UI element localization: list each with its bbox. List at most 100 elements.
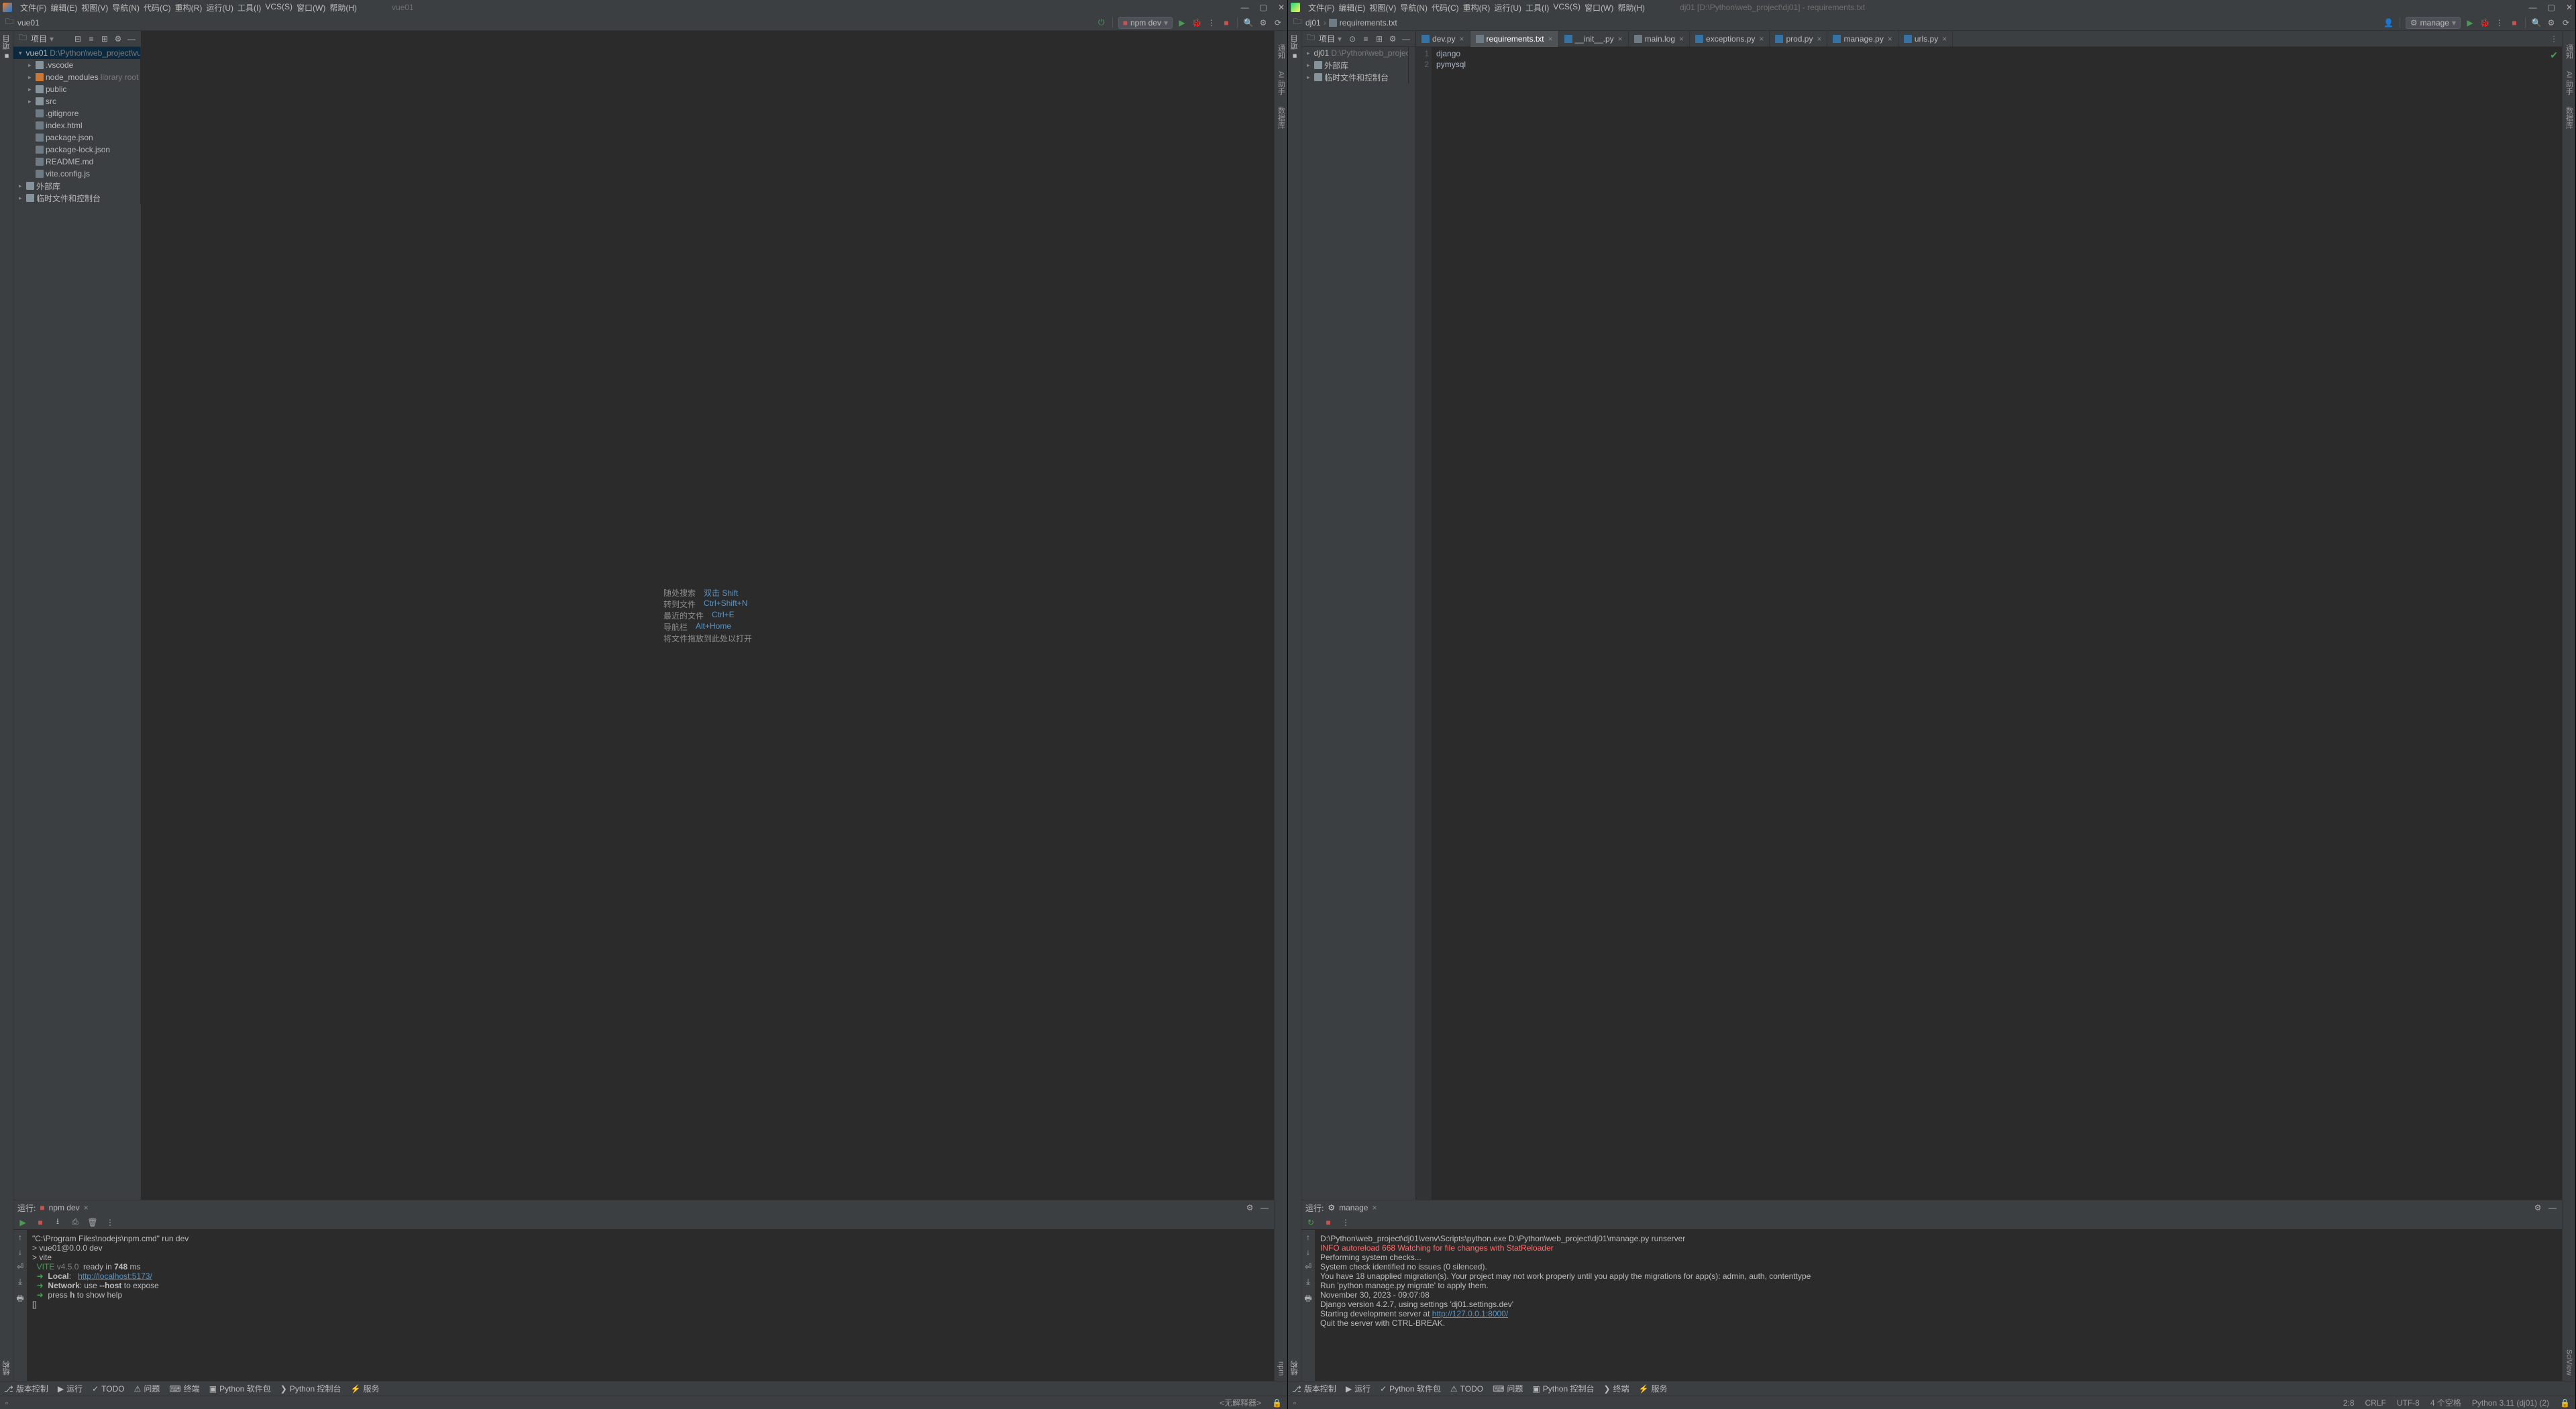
menu-item[interactable]: 编辑(E) (50, 2, 77, 13)
tree-node[interactable]: ▸外部库 (1301, 59, 1408, 71)
updates-icon[interactable]: ⟳ (1273, 17, 1283, 28)
expand-all-icon[interactable]: ≡ (1360, 34, 1371, 44)
user-icon[interactable]: 👤 (2383, 17, 2394, 28)
left-toolwindow-bar[interactable]: ■ 项目 结构 (0, 31, 13, 1381)
menu-item[interactable]: 视图(V) (81, 2, 108, 13)
tree-node[interactable]: package.json (13, 132, 140, 144)
bottom-tool-item[interactable]: ✓ Python 软件包 (1380, 1383, 1441, 1394)
bottom-toolbar[interactable]: ⎇ 版本控制▶ 运行✓ Python 软件包⚠ TODO⌨ 问题▣ Python… (1288, 1381, 2575, 1396)
hide-icon[interactable]: — (1259, 1202, 1270, 1213)
inspection-ok-icon[interactable]: ✔ (2550, 50, 2558, 60)
tree-node[interactable]: ▾vue01 D:\Python\web_project\vue01 (13, 47, 140, 59)
menu-item[interactable]: 帮助(H) (329, 2, 357, 13)
run-output[interactable]: "C:\Program Files\nodejs\npm.cmd" run de… (27, 1230, 1274, 1381)
print-icon[interactable]: 🖶 (16, 1292, 23, 1306)
run-button[interactable]: ▶ (1177, 17, 1187, 28)
settings-icon[interactable]: ⚙ (113, 34, 123, 44)
filter-icon[interactable]: ⎙ (70, 1217, 80, 1228)
search-icon[interactable]: 🔍 (1243, 17, 1254, 28)
more-run-icon[interactable]: ⋮ (2494, 17, 2505, 28)
right-toolwindow-bar[interactable]: 通知 AI 助手 数据库 npm (1274, 31, 1287, 1381)
more-run-icon[interactable]: ⋮ (1206, 17, 1217, 28)
debug-button[interactable]: 🐞 (2479, 17, 2490, 28)
run-button[interactable]: ▶ (2465, 17, 2475, 28)
bottom-tool-item[interactable]: ⚠ 问题 (134, 1383, 160, 1394)
updates-icon[interactable]: ⟳ (2561, 17, 2571, 28)
code-area[interactable]: ✔ djangopymysql (1432, 47, 2562, 1200)
editor-tab[interactable]: __init__.py× (1559, 31, 1629, 47)
scroll-icon[interactable]: ⤓ (18, 1277, 21, 1287)
bottom-tool-item[interactable]: ▣ Python 软件包 (209, 1383, 271, 1394)
menu-item[interactable]: 代码(C) (1432, 2, 1459, 13)
bottom-tool-item[interactable]: ⎇ 版本控制 (1292, 1383, 1336, 1394)
editor-tab[interactable]: main.log× (1629, 31, 1690, 47)
more-icon[interactable]: ⋮ (105, 1217, 115, 1228)
tree-node[interactable]: ▸外部库 (13, 180, 140, 192)
tree-node[interactable]: package-lock.json (13, 144, 140, 156)
maximize-icon[interactable]: ▢ (2548, 3, 2555, 12)
interpreter-status[interactable]: <无解释器> (1220, 1397, 1261, 1408)
editor-tab[interactable]: exceptions.py× (1690, 31, 1770, 47)
right-toolwindow-bar[interactable]: 通知 AI 助手 数据库 SciView (2562, 31, 2575, 1381)
select-opened-icon[interactable]: ⊟ (72, 34, 83, 44)
menu-item[interactable]: 文件(F) (1308, 2, 1334, 13)
menu-item[interactable]: VCS(S) (1553, 2, 1580, 13)
wrap-icon[interactable]: ⏎ (17, 1262, 23, 1271)
settings-icon[interactable]: ⚙ (1258, 17, 1269, 28)
cursor-position[interactable]: 2:8 (2343, 1398, 2355, 1408)
interpreter-status[interactable]: Python 3.11 (dj01) (2) (2472, 1398, 2549, 1408)
editor-tab[interactable]: prod.py× (1770, 31, 1827, 47)
menu-item[interactable]: VCS(S) (265, 2, 292, 13)
menu-item[interactable]: 重构(R) (1463, 2, 1491, 13)
tree-node[interactable]: index.html (13, 119, 140, 132)
tree-node[interactable]: .gitignore (13, 107, 140, 119)
minimize-icon[interactable]: — (1241, 3, 1249, 12)
gear-icon[interactable]: ⚙ (1244, 1202, 1255, 1213)
trash-icon[interactable]: 🗑 (87, 1217, 98, 1228)
close-icon[interactable]: ✕ (1278, 3, 1285, 12)
bottom-tool-item[interactable]: ▶ 运行 (58, 1383, 83, 1394)
status-left-icon[interactable]: ▫ (1293, 1398, 1296, 1408)
bottom-toolbar[interactable]: ⎇ 版本控制▶ 运行✓ TODO⚠ 问题⌨ 终端▣ Python 软件包❯ Py… (0, 1381, 1287, 1396)
menu-item[interactable]: 文件(F) (20, 2, 46, 13)
folder-icon[interactable]: 🗀 (4, 17, 15, 28)
hide-icon[interactable]: — (2547, 1202, 2558, 1213)
debug-button[interactable]: 🐞 (1191, 17, 1202, 28)
breadcrumb-1[interactable]: dj01 (1305, 18, 1321, 28)
settings-icon[interactable]: ⚙ (1387, 34, 1398, 44)
minimize-icon[interactable]: — (2529, 3, 2537, 12)
left-toolwindow-bar[interactable]: ■ 项目 结构 (1288, 31, 1301, 1381)
run-tab-name[interactable]: npm dev (49, 1203, 80, 1212)
lock-icon[interactable]: 🔒 (1272, 1398, 1282, 1408)
tabs-more-icon[interactable]: ⋮ (2546, 34, 2562, 44)
stop-button[interactable]: ■ (1323, 1217, 1334, 1228)
bottom-tool-item[interactable]: ⎇ 版本控制 (4, 1383, 48, 1394)
project-tree[interactable]: ▾vue01 D:\Python\web_project\vue01▸.vsco… (13, 47, 141, 204)
tree-node[interactable]: README.md (13, 156, 140, 168)
tree-node[interactable]: vite.config.js (13, 168, 140, 180)
tree-node[interactable]: ▸.vscode (13, 59, 140, 71)
search-icon[interactable]: 🔍 (2531, 17, 2542, 28)
menu-item[interactable]: 窗口(W) (1585, 2, 1613, 13)
up-icon[interactable]: ↑ (1306, 1233, 1310, 1242)
lock-icon[interactable]: 🔒 (2560, 1398, 2570, 1408)
down-icon[interactable]: ↓ (18, 1247, 22, 1257)
gear-icon[interactable]: ⚙ (2532, 1202, 2543, 1213)
tree-node[interactable]: ▸node_modules library root (13, 71, 140, 83)
up-icon[interactable]: ↑ (18, 1233, 22, 1242)
editor-tab[interactable]: dev.py× (1416, 31, 1470, 47)
down-icon[interactable]: ⭳ (52, 1217, 63, 1228)
folder-icon[interactable]: 🗀 (1292, 17, 1303, 28)
bottom-tool-item[interactable]: ⚠ TODO (1450, 1384, 1483, 1394)
encoding[interactable]: UTF-8 (2397, 1398, 2420, 1408)
menu-item[interactable]: 帮助(H) (1617, 2, 1645, 13)
down-icon[interactable]: ↓ (1306, 1247, 1310, 1257)
settings-icon[interactable]: ⚙ (2546, 17, 2557, 28)
bottom-tool-item[interactable]: ❯ 终端 (1603, 1383, 1629, 1394)
run-tab-name[interactable]: manage (1339, 1203, 1368, 1212)
menu-item[interactable]: 工具(I) (237, 2, 261, 13)
editor-tab[interactable]: requirements.txt× (1470, 31, 1559, 47)
indent[interactable]: 4 个空格 (2430, 1397, 2461, 1408)
tree-node[interactable]: ▸public (13, 83, 140, 95)
editor-tab[interactable]: manage.py× (1827, 31, 1898, 47)
